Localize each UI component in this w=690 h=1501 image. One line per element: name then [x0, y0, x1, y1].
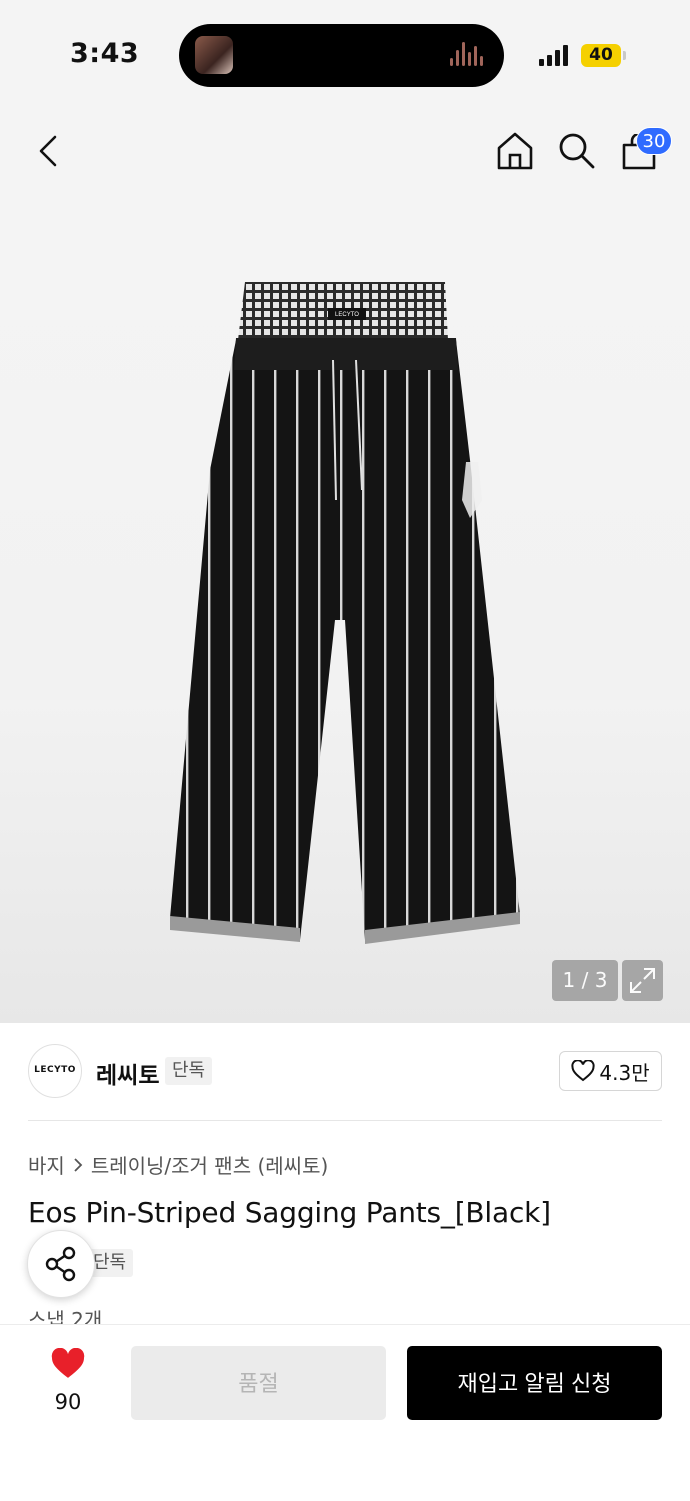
brand-name[interactable]: 레씨토 [96, 1056, 159, 1090]
restock-alert-button[interactable]: 재입고 알림 신청 [407, 1346, 662, 1420]
product-image-carousel[interactable]: LECYTO [0, 200, 690, 1023]
product-image-pants: LECYTO [170, 282, 520, 944]
cellular-signal-icon [539, 44, 571, 66]
expand-image-button[interactable] [622, 960, 663, 1001]
wishlist-count: 90 [54, 1390, 82, 1414]
nav-header [0, 110, 690, 200]
brand-logo[interactable]: LECYTO [28, 1044, 82, 1098]
brand-like-count: 4.3만 [599, 1060, 650, 1085]
dynamic-island[interactable] [179, 24, 504, 87]
status-time: 3:43 [70, 38, 140, 69]
back-icon[interactable] [36, 134, 62, 168]
audio-waveform-icon [450, 42, 486, 70]
breadcrumb-subcategory[interactable]: 트레이닝/조거 팬츠 (레씨토) [91, 1150, 328, 1179]
breadcrumb-category[interactable]: 바지 [28, 1150, 65, 1179]
wishlist-button[interactable] [38, 1347, 98, 1384]
expand-icon [630, 968, 655, 993]
product-image-logo: LECYTO [335, 312, 359, 318]
search-icon[interactable] [558, 132, 596, 170]
now-playing-artwork [195, 36, 233, 74]
heart-filled-icon [51, 1347, 85, 1378]
brand-like-button[interactable]: 4.3만 [559, 1051, 662, 1091]
exclusive-badge: 단독 [165, 1057, 213, 1085]
image-page-counter: 1 / 3 [552, 960, 618, 1001]
chevron-right-icon [74, 1157, 83, 1172]
heart-outline-icon [571, 1060, 595, 1082]
product-title: Eos Pin-Striped Sagging Pants_[Black] [28, 1196, 551, 1229]
status-bar: 3:43 40 [0, 0, 690, 110]
sold-out-button: 품절 [131, 1346, 386, 1420]
battery-tip [623, 51, 626, 60]
battery-indicator: 40 [581, 44, 621, 67]
breadcrumb: 바지 트레이닝/조거 팬츠 (레씨토) [28, 1150, 328, 1179]
share-button[interactable] [27, 1230, 95, 1298]
home-icon[interactable] [496, 131, 534, 171]
cart-count-badge: 30 [636, 127, 672, 155]
snap-count[interactable]: 스냅 2개 [28, 1304, 102, 1324]
divider [28, 1120, 662, 1121]
share-icon [45, 1246, 76, 1282]
